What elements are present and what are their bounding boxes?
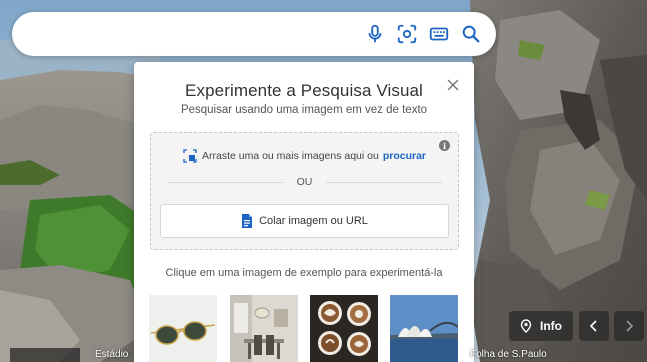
chevron-right-icon: [626, 320, 634, 332]
example-image-sunglasses[interactable]: [149, 295, 217, 362]
drag-instruction: Arraste uma ou mais imagens aqui ou proc…: [151, 149, 458, 163]
drag-image-icon: [183, 149, 197, 163]
image-drop-zone[interactable]: i Arraste uma ou mais imagens aqui ou pr…: [150, 132, 459, 250]
dialog-title: Experimente a Pesquisa Visual: [185, 81, 423, 100]
close-button[interactable]: [444, 76, 462, 94]
example-image-dining-room[interactable]: [230, 295, 298, 362]
search-icon[interactable]: [456, 19, 486, 49]
close-icon: [447, 79, 459, 91]
info-label: Info: [540, 319, 562, 333]
keyboard-icon[interactable]: [424, 19, 454, 49]
drag-text: Arraste uma ou mais imagens aqui ou: [201, 150, 379, 162]
or-divider: OU: [167, 175, 442, 189]
next-button[interactable]: [614, 311, 644, 341]
visual-search-dialog: Experimente a Pesquisa Visual Pesquisar …: [134, 62, 474, 362]
caption-backdrop: [10, 348, 80, 362]
dialog-subtitle: Pesquisar usando uma imagem em vez de te…: [180, 104, 428, 116]
examples-label: Clique em uma imagem de exemplo para exp…: [165, 267, 443, 279]
chevron-left-icon: [589, 320, 597, 332]
paste-label: Colar imagem ou URL: [259, 215, 368, 227]
location-pin-icon: [520, 319, 532, 333]
caption-right: Folha de S.Paulo: [470, 349, 547, 360]
example-image-latte-art[interactable]: [310, 295, 378, 362]
example-image-sydney-opera-house[interactable]: [390, 295, 458, 362]
search-bar: [12, 12, 496, 56]
info-button[interactable]: Info: [509, 311, 573, 341]
browse-link[interactable]: procurar: [383, 150, 426, 162]
visual-search-icon[interactable]: [392, 19, 422, 49]
or-label: OU: [296, 176, 313, 188]
previous-button[interactable]: [579, 311, 609, 341]
search-input[interactable]: [30, 22, 370, 46]
document-icon: [242, 214, 253, 228]
paste-image-url-button[interactable]: Colar imagem ou URL: [160, 204, 449, 238]
caption-left: Estádio: [95, 349, 129, 360]
